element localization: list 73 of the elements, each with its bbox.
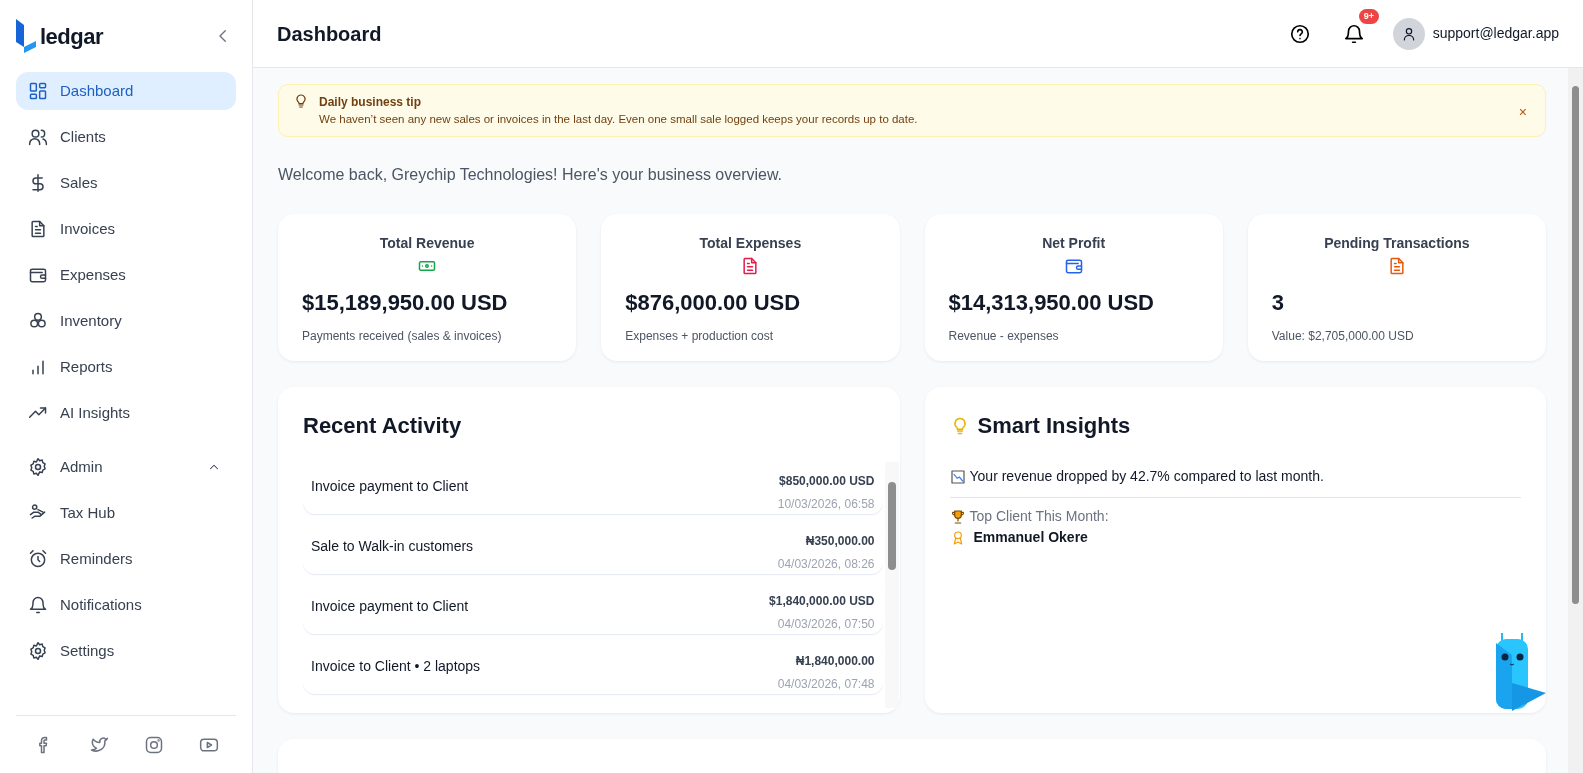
sidebar-item[interactable]: Settings <box>16 632 236 670</box>
settings-icon <box>28 457 48 477</box>
stat-value: $876,000.00 USD <box>625 289 802 318</box>
stat-note: Expenses + production cost <box>625 328 774 346</box>
stat-note: Revenue - expenses <box>948 328 1060 346</box>
alarm-clock-icon <box>28 549 48 569</box>
stat-value: 3 <box>1271 289 1285 318</box>
sidebar-item[interactable]: AI Insights <box>16 394 236 432</box>
activity-description: Invoice to Client • 2 laptops <box>311 657 481 677</box>
stat-value: $14,313,950.00 USD <box>948 289 1155 318</box>
card-heading: Recent Activity <box>303 412 463 441</box>
brand-name: ledgar <box>40 22 104 51</box>
settings-icon <box>28 641 48 661</box>
insight-message: Your revenue dropped by 42.7% compared to last month. <box>969 467 1324 487</box>
notification-badge: 9+ <box>1358 8 1379 24</box>
sidebar-item[interactable]: Reports <box>16 348 236 386</box>
page-scrollbar[interactable] <box>1568 68 1583 773</box>
wallet-icon <box>28 265 48 285</box>
mascot-drawing[interactable] <box>1494 631 1548 711</box>
user-email[interactable]: support@ledgar.app <box>1432 23 1559 44</box>
stat-title: Total Revenue <box>378 236 476 251</box>
sidebar-group[interactable]: Admin <box>16 448 236 486</box>
activity-time: 04/03/2026, 07:48 <box>777 676 875 694</box>
stat-value: $15,189,950.00 USD <box>302 289 509 318</box>
bell-icon <box>1342 22 1365 45</box>
activity-amount: $850,000.00 USD <box>778 473 875 491</box>
trophy-icon <box>949 508 966 525</box>
document-icon <box>28 219 48 239</box>
sidebar-item[interactable]: Sales <box>16 164 236 202</box>
sidebar-item[interactable]: Reminders <box>16 540 236 578</box>
tip-title: Daily business tip <box>319 94 423 111</box>
stat-note: Payments received (sales & invoices) <box>302 328 503 346</box>
activity-row[interactable]: Invoice payment to Client $1,840,000.00 USD 04/03/2026, 07:50 <box>303 582 883 635</box>
stat-title: Pending Transactions <box>1323 236 1471 251</box>
tip-text: We haven’t seen any new sales or invoices in the last day. Even one small sale logged keeps your records up to date. <box>319 112 919 127</box>
close-button[interactable]: × <box>1514 101 1531 123</box>
help-icon <box>1288 22 1311 45</box>
grid-icon <box>28 81 48 101</box>
activity-description: Invoice payment to Client <box>311 477 469 497</box>
activity-amount: ₦1,840,000.00 <box>794 653 875 671</box>
activity-amount: $1,840,000.00 USD <box>769 593 875 611</box>
sidebar-item[interactable]: Invoices <box>16 210 236 248</box>
card-heading: Smart Insights <box>977 412 1131 441</box>
scrollbar[interactable] <box>884 462 899 709</box>
activity-amount: ₦350,000.00 <box>804 533 875 551</box>
top-client-label: Top Client This Month: <box>969 507 1109 527</box>
stat-note: Value: $2,705,000.00 USD <box>1271 328 1415 346</box>
sidebar-item[interactable]: Expenses <box>16 256 236 294</box>
sidebar-item[interactable]: Clients <box>16 118 236 156</box>
lightbulb-icon[interactable] <box>293 93 309 109</box>
activity-row[interactable]: Sale to Walk-in customers ₦350,000.00 04/03/2026, 08:26 <box>303 522 883 575</box>
welcome-text: Welcome back, Greychip Technologies! Here's your business overview. <box>278 165 784 186</box>
activity-row[interactable]: Invoice payment to Client $850,000.00 USD 10/03/2026, 06:58 <box>303 462 883 515</box>
activity-time: 10/03/2026, 06:58 <box>777 496 875 514</box>
activity-time: 04/03/2026, 07:50 <box>776 616 875 634</box>
users-icon <box>28 127 48 147</box>
activity-description: Sale to Walk-in customers <box>311 537 474 557</box>
boxes-icon <box>28 311 48 331</box>
activity-row[interactable]: Invoice to Client • 2 laptops ₦1,840,000.00 04/03/2026, 07:48 <box>303 642 883 695</box>
chart-down-icon <box>949 468 966 485</box>
top-client-name: Emmanuel Okere <box>973 528 1088 548</box>
activity-description: Invoice payment to Client <box>311 597 469 617</box>
user-avatar[interactable] <box>1392 17 1425 50</box>
bell-icon <box>28 595 48 615</box>
stat-title: Net Profit <box>1041 236 1107 251</box>
sidebar-item[interactable]: Tax Hub <box>16 494 236 532</box>
logo-icon <box>16 19 36 53</box>
page-title: Dashboard <box>277 21 383 47</box>
sidebar-item[interactable]: Notifications <box>16 586 236 624</box>
activity-time: 04/03/2026, 08:26 <box>777 556 875 574</box>
sidebar-item[interactable]: Dashboard <box>16 72 236 110</box>
sidebar-item[interactable]: Inventory <box>16 302 236 340</box>
stat-title: Total Expenses <box>698 236 803 251</box>
